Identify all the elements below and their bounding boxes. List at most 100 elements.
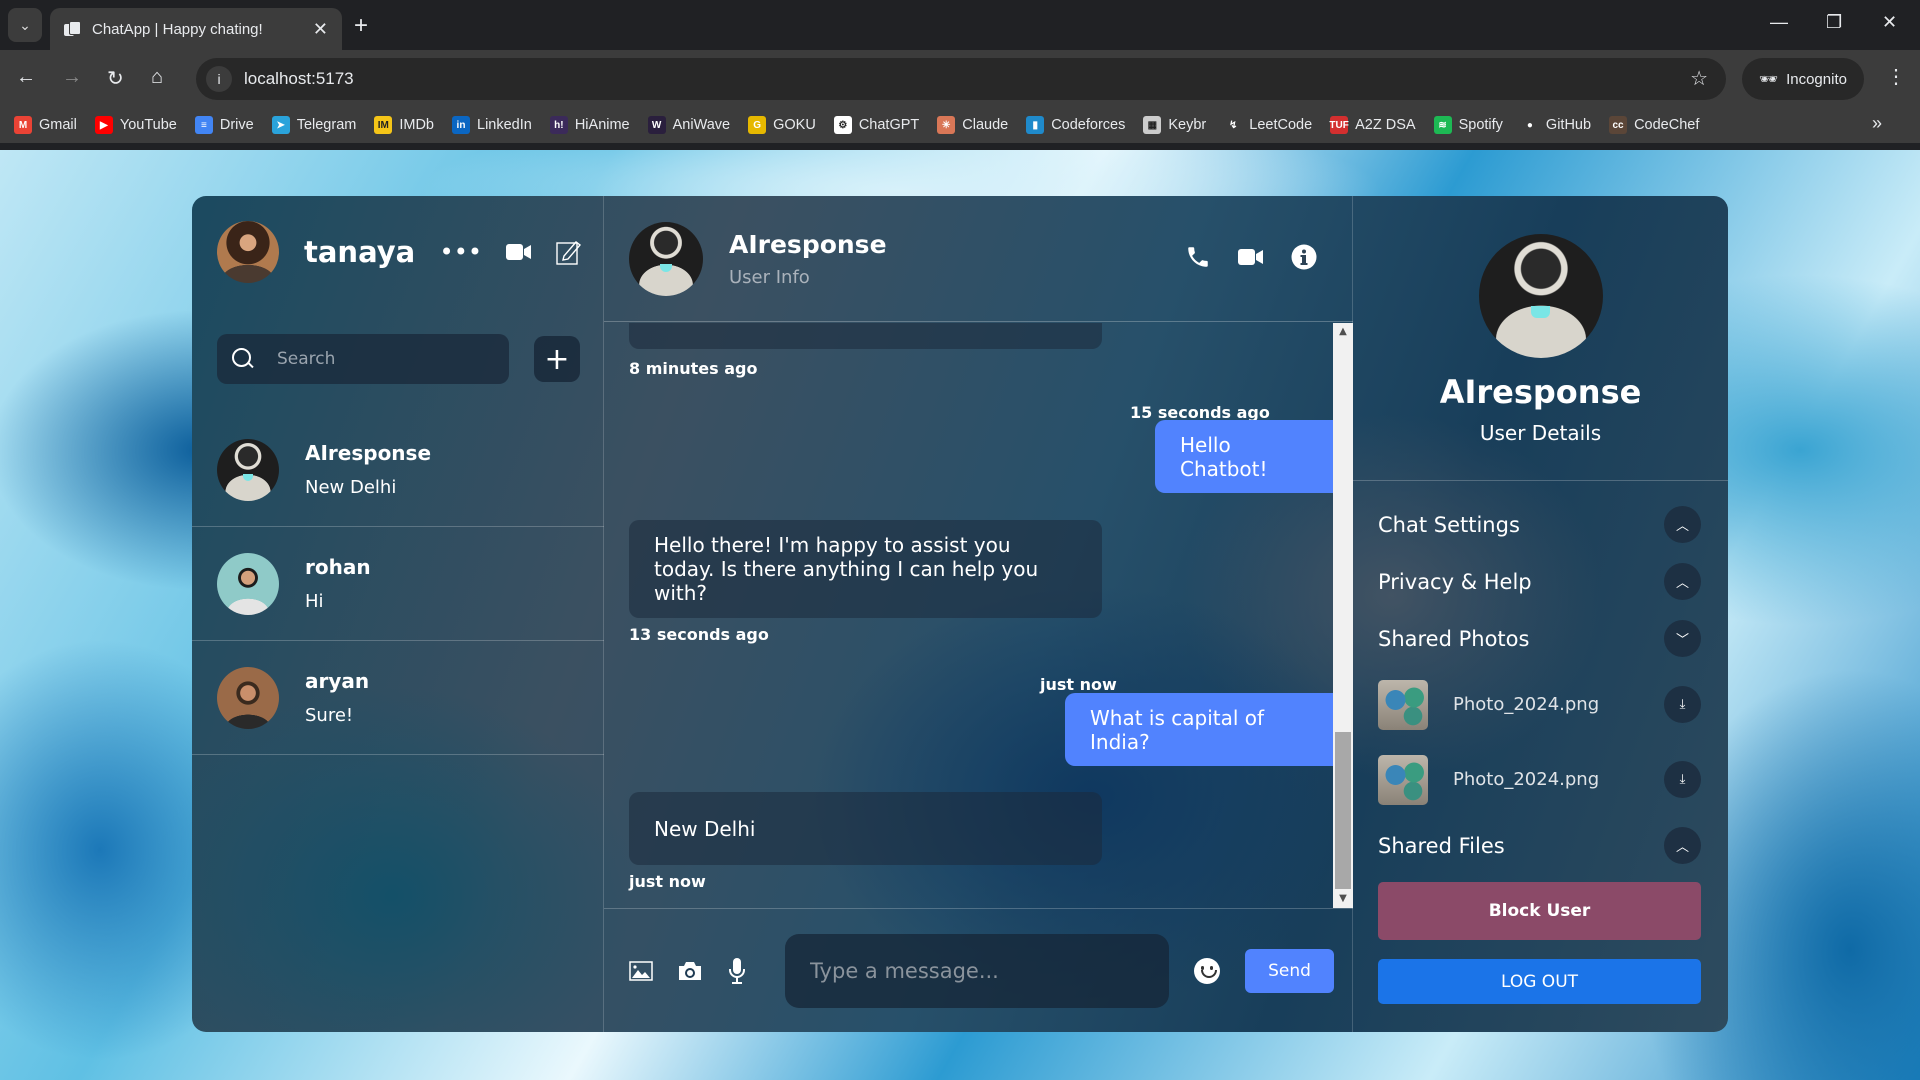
bookmark-label: CodeChef <box>1634 117 1700 133</box>
forward-icon[interactable]: → <box>62 66 82 89</box>
bookmarks-overflow-icon[interactable]: » <box>1872 113 1882 134</box>
bookmark-star-icon[interactable]: ☆ <box>1690 66 1708 91</box>
bookmark-aniwave[interactable]: W AniWave <box>647 116 731 134</box>
site-info-icon[interactable]: i <box>206 66 232 92</box>
add-user-button[interactable]: + <box>534 336 580 382</box>
scrollbar-thumb[interactable] <box>1335 732 1351 889</box>
close-tab-icon[interactable]: ✕ <box>313 19 328 40</box>
message-received: New Delhi just now <box>629 792 1102 891</box>
scroll-down-icon[interactable]: ▼ <box>1333 890 1353 908</box>
window-close-icon[interactable]: ✕ <box>1882 12 1897 33</box>
section-shared-files[interactable]: Shared Files ︿ <box>1378 817 1701 874</box>
bookmark-claude[interactable]: ✳ Claude <box>937 116 1008 134</box>
section-shared-photos[interactable]: Shared Photos ﹀ <box>1378 610 1701 667</box>
bookmark-gmail[interactable]: M Gmail <box>14 116 77 134</box>
send-button[interactable]: Send <box>1245 948 1334 993</box>
chevron-up-icon[interactable]: ︿ <box>1664 827 1701 864</box>
camera-icon[interactable] <box>677 960 703 982</box>
browser-tab-bar: ⌄ ChatApp | Happy chating! ✕ + — ❐ ✕ <box>0 0 1920 50</box>
image-icon[interactable] <box>629 960 653 981</box>
chat-list-item[interactable]: aryan Sure! <box>192 641 604 755</box>
bookmark-youtube[interactable]: ▶ YouTube <box>94 116 177 134</box>
current-user-header: tanaya ••• <box>217 221 582 283</box>
chevron-up-icon[interactable]: ︿ <box>1664 506 1701 543</box>
bookmark-label: LinkedIn <box>477 117 532 133</box>
message-scrollbar[interactable]: ▲ ▼ <box>1333 323 1353 908</box>
new-tab-button[interactable]: + <box>354 12 368 40</box>
bookmark-label: Codeforces <box>1051 117 1126 133</box>
bookmark-github[interactable]: ● GitHub <box>1520 116 1591 134</box>
reload-icon[interactable]: ↻ <box>107 66 124 91</box>
tab-search-button[interactable]: ⌄ <box>8 8 42 42</box>
search-box[interactable] <box>217 334 509 384</box>
contact-avatar[interactable] <box>629 221 703 296</box>
logout-button[interactable]: LOG OUT <box>1378 959 1701 1004</box>
browser-menu-icon[interactable]: ⋮ <box>1886 64 1906 89</box>
search-input[interactable] <box>277 349 497 369</box>
current-user-name: tanaya <box>304 235 416 269</box>
microphone-icon[interactable] <box>727 957 747 985</box>
block-user-button[interactable]: Block User <box>1378 882 1701 940</box>
bookmark-codechef[interactable]: cc CodeChef <box>1609 116 1699 134</box>
section-title: Chat Settings <box>1378 512 1520 537</box>
bookmark-hianime[interactable]: h! HiAnime <box>549 116 630 134</box>
bookmark-goku[interactable]: G GOKU <box>748 116 816 134</box>
profile-name: AIresponse <box>1439 373 1642 411</box>
bookmark-drive[interactable]: ≡ Drive <box>194 116 254 134</box>
emoji-icon[interactable] <box>1194 957 1220 984</box>
message-received: 8 minutes ago <box>629 323 1102 378</box>
message-bubble <box>629 323 1102 349</box>
contact-name: AIresponse <box>729 229 887 259</box>
more-options-icon[interactable]: ••• <box>440 238 482 266</box>
plus-icon: + <box>544 341 570 377</box>
scroll-up-icon[interactable]: ▲ <box>1333 323 1353 341</box>
bookmark-linkedin[interactable]: in LinkedIn <box>452 116 532 134</box>
back-icon[interactable]: ← <box>16 66 36 89</box>
bookmark-label: AniWave <box>672 117 731 133</box>
message-timestamp: 13 seconds ago <box>629 625 769 644</box>
message-bubble: Hello Chatbot! <box>1155 420 1345 493</box>
bookmark-spotify[interactable]: ≋ Spotify <box>1433 116 1503 134</box>
message-bubble: Hello there! I'm happy to assist you tod… <box>629 520 1102 618</box>
restore-icon[interactable]: ❐ <box>1826 12 1842 33</box>
shared-photo-item: Photo_2024.png ⤓ <box>1378 742 1701 817</box>
page-background: tanaya ••• + <box>0 150 1920 1080</box>
url-text[interactable]: localhost:5173 <box>244 69 354 89</box>
bookmark-codeforces[interactable]: ▮ Codeforces <box>1026 116 1125 134</box>
download-icon[interactable]: ⤓ <box>1664 761 1701 798</box>
shared-photo-item: Photo_2024.png ⤓ <box>1378 667 1701 742</box>
omnibox[interactable]: i localhost:5173 ☆ <box>196 58 1726 100</box>
photo-thumbnail[interactable] <box>1378 754 1428 805</box>
chevron-up-icon[interactable]: ︿ <box>1664 563 1701 600</box>
bookmark-label: ChatGPT <box>858 117 920 133</box>
bookmark-leetcode[interactable]: ↯ LeetCode <box>1224 116 1312 134</box>
download-icon[interactable]: ⤓ <box>1664 686 1701 723</box>
minimize-icon[interactable]: — <box>1770 12 1788 33</box>
chevron-down-icon[interactable]: ﹀ <box>1664 620 1701 657</box>
phone-icon[interactable] <box>1185 244 1211 270</box>
github-icon: ● <box>1520 116 1539 134</box>
section-chat-settings[interactable]: Chat Settings ︿ <box>1378 496 1701 553</box>
edit-icon[interactable] <box>556 239 582 265</box>
spotify-icon: ≋ <box>1433 116 1452 134</box>
video-icon[interactable] <box>506 243 532 261</box>
bookmark-telegram[interactable]: ➤ Telegram <box>271 116 356 134</box>
bookmark-imdb[interactable]: IM IMDb <box>374 116 434 134</box>
chat-list-item[interactable]: AIresponse New Delhi <box>192 413 604 527</box>
photo-thumbnail[interactable] <box>1378 679 1428 730</box>
photo-filename: Photo_2024.png <box>1453 769 1600 790</box>
video-call-icon[interactable] <box>1237 244 1265 270</box>
bookmark-label: Keybr <box>1168 117 1207 133</box>
browser-tab[interactable]: ChatApp | Happy chating! ✕ <box>50 8 342 50</box>
section-title: Privacy & Help <box>1378 569 1532 594</box>
message-input[interactable] <box>785 933 1169 1008</box>
info-icon[interactable] <box>1291 244 1317 270</box>
current-user-avatar[interactable] <box>217 221 279 283</box>
section-privacy-help[interactable]: Privacy & Help ︿ <box>1378 553 1701 610</box>
home-icon[interactable]: ⌂ <box>151 66 163 89</box>
bookmark-a2z-dsa[interactable]: TUF A2Z DSA <box>1329 116 1416 134</box>
bookmark-chatgpt[interactable]: ⚙ ChatGPT <box>833 116 920 134</box>
incognito-indicator[interactable]: 🕶 Incognito <box>1742 58 1864 100</box>
bookmark-keybr[interactable]: ▦ Keybr <box>1143 116 1206 134</box>
chat-list-item[interactable]: rohan Hi <box>192 527 604 641</box>
